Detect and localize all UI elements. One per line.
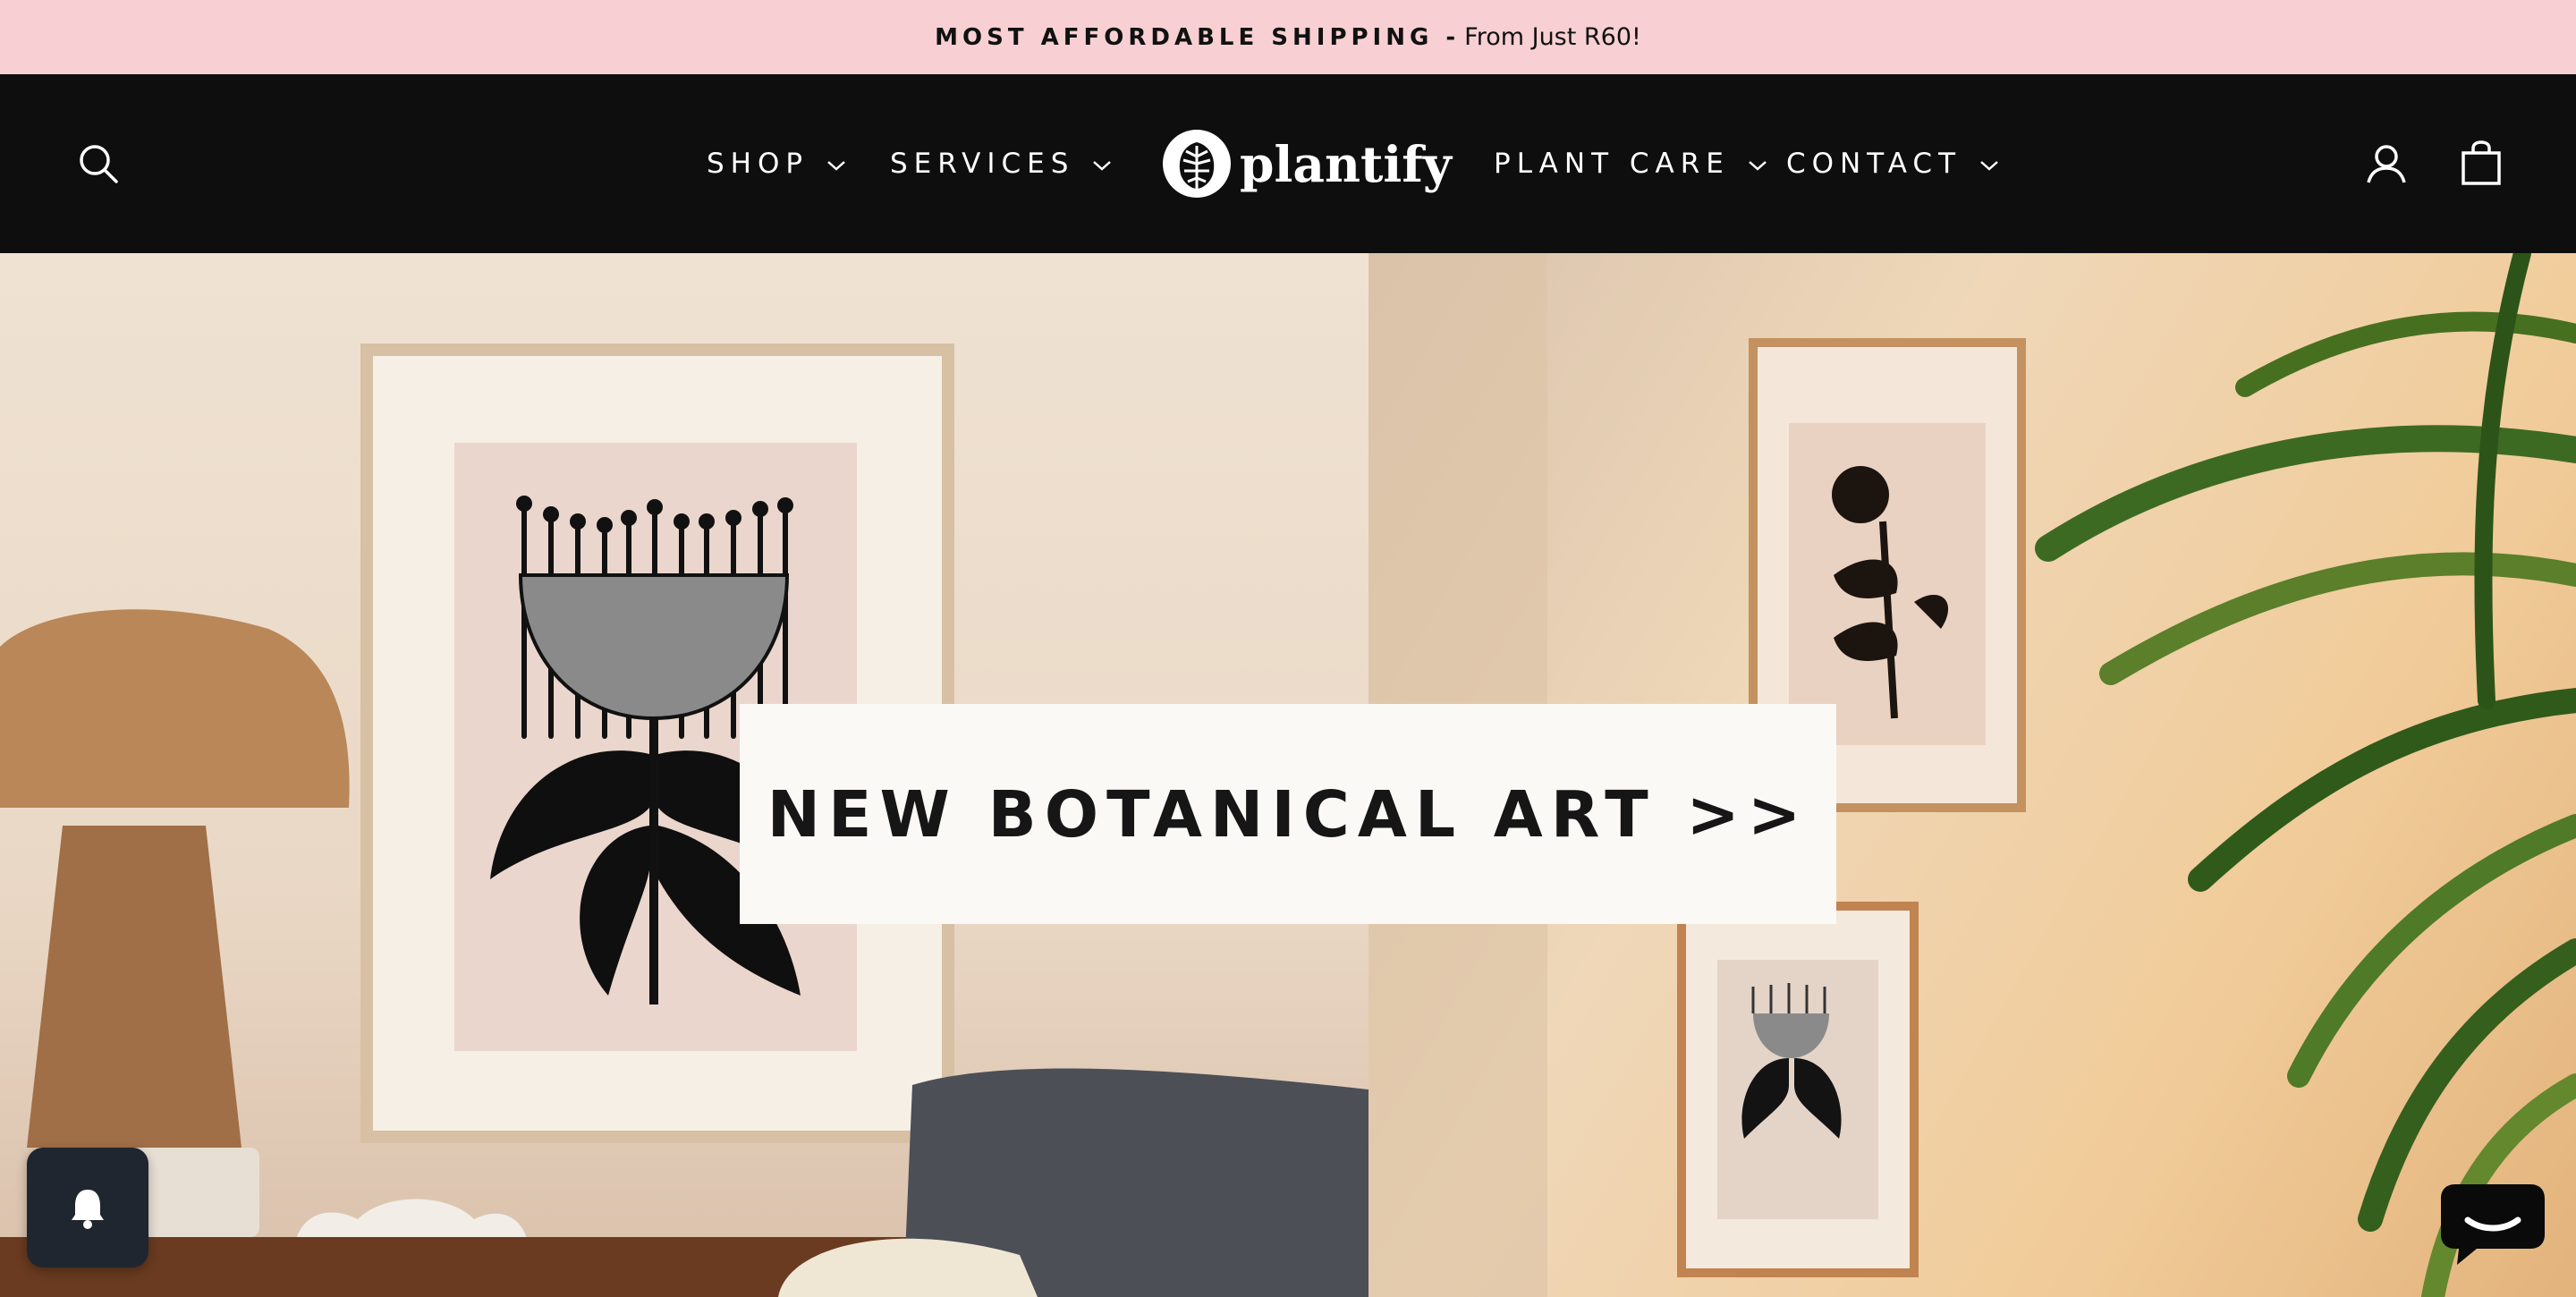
logo-text: plantify: [1240, 134, 1452, 193]
chevron-down-icon: [1980, 161, 1998, 171]
chevron-down-icon: [1093, 161, 1112, 171]
nav-shop-label: SHOP: [707, 148, 809, 180]
nav-services[interactable]: SERVICES: [890, 74, 1112, 253]
nav-plant-care-label: PLANT CARE: [1494, 148, 1730, 180]
announcement-highlight: MOST AFFORDABLE SHIPPING: [935, 23, 1434, 51]
logo[interactable]: plantify: [1161, 74, 1452, 253]
hero-cta-banner[interactable]: NEW BOTANICAL ART >>: [740, 704, 1836, 924]
chevron-down-icon: [1749, 161, 1767, 171]
chat-widget-button[interactable]: [2437, 1179, 2548, 1268]
notification-widget-button[interactable]: [27, 1148, 148, 1267]
chat-icon: [2441, 1184, 2545, 1265]
nav-contact-label: CONTACT: [1786, 148, 1962, 180]
hero-banner[interactable]: NEW BOTANICAL ART >>: [0, 253, 2576, 1297]
search-icon: [80, 145, 118, 183]
nav-shop[interactable]: SHOP: [707, 74, 846, 253]
site-header: SHOP SERVICES plantify PLANT CARE CONTAC…: [0, 74, 2576, 253]
account-button[interactable]: [2361, 139, 2411, 189]
shopping-bag-icon: [2462, 140, 2501, 185]
chevron-down-icon: [827, 161, 845, 171]
hero-cta-text: NEW BOTANICAL ART >>: [767, 776, 1809, 852]
nav-contact[interactable]: CONTACT: [1786, 74, 1999, 253]
leaf-logo-icon: [1163, 130, 1231, 198]
announcement-bar: MOST AFFORDABLE SHIPPING - From Just R60…: [0, 0, 2576, 74]
announcement-separator: -: [1445, 23, 1456, 51]
nav-services-label: SERVICES: [890, 148, 1075, 180]
bell-icon: [72, 1190, 104, 1229]
announcement-text: From Just R60!: [1464, 23, 1641, 51]
cart-button[interactable]: [2458, 137, 2504, 189]
search-button[interactable]: [75, 140, 122, 187]
nav-plant-care[interactable]: PLANT CARE: [1494, 74, 1767, 253]
user-icon: [2367, 145, 2406, 183]
